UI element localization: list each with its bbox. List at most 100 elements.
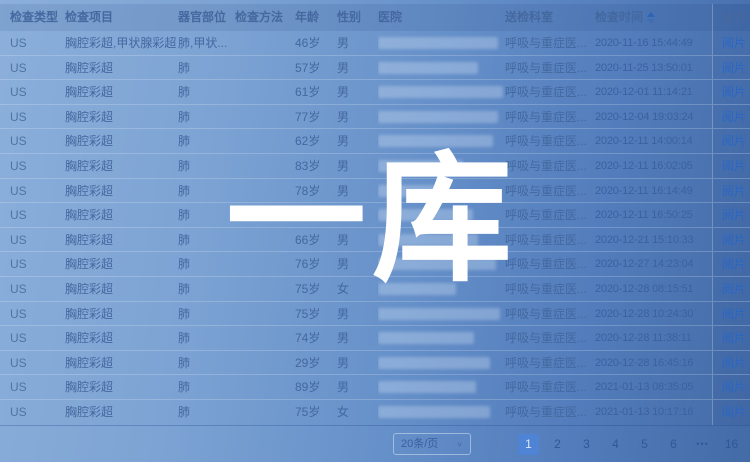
cell-action: 阅片 [712, 351, 750, 375]
column-label: 检查类型 [10, 10, 58, 24]
page-button-4[interactable]: 4 [605, 434, 626, 455]
cell-action: 阅片 [712, 203, 750, 227]
cell-action: 阅片 [712, 154, 750, 178]
cell-action: 阅片 [712, 302, 750, 326]
view-images-link[interactable]: 阅片 [722, 380, 746, 394]
cell-age: 57岁 [295, 56, 337, 80]
cell-gender: 男 [337, 351, 378, 375]
page-size-select[interactable]: 20条/页 ∨ [393, 433, 471, 455]
cell-project: 胸腔彩超 [65, 80, 178, 104]
cell-hospital [378, 129, 505, 153]
cell-hospital [378, 80, 505, 104]
table-row: US胸腔彩超肺76岁男呼吸与重症医...2020-12-27 14:23:04阅… [0, 252, 750, 277]
cell-time: 2020-12-28 11:38:11 [595, 326, 712, 350]
cell-hospital [378, 252, 505, 276]
view-images-link[interactable]: 阅片 [722, 307, 746, 321]
cell-type: US [10, 252, 65, 276]
cell-type: US [10, 179, 65, 203]
view-images-link[interactable]: 阅片 [722, 110, 746, 124]
cell-organ: 肺 [178, 277, 235, 301]
cell-gender: 男 [337, 129, 378, 153]
cell-dept: 呼吸与重症医... [505, 326, 595, 350]
cell-gender: 男 [337, 326, 378, 350]
table-row: US胸腔彩超肺75岁女呼吸与重症医...2021-01-13 10:17:16阅… [0, 400, 750, 425]
column-label: 年龄 [295, 10, 319, 24]
pagination-ellipsis[interactable]: ••• [692, 434, 713, 455]
redacted-hospital-name [378, 357, 490, 369]
cell-dept: 呼吸与重症医... [505, 179, 595, 203]
cell-hospital [378, 179, 505, 203]
view-images-link[interactable]: 阅片 [722, 184, 746, 198]
table-row: US胸腔彩超肺78岁男呼吸与重症医...2020-12-11 16:14:49阅… [0, 179, 750, 204]
cell-time: 2020-12-11 16:02:05 [595, 154, 712, 178]
view-images-link[interactable]: 阅片 [722, 61, 746, 75]
column-header-project: 检查项目 [65, 4, 178, 31]
cell-type: US [10, 400, 65, 425]
cell-hospital [378, 326, 505, 350]
cell-method [235, 80, 295, 104]
redacted-hospital-name [378, 234, 478, 246]
view-images-link[interactable]: 阅片 [722, 85, 746, 99]
table-body: US胸腔彩超,甲状腺彩超肺,甲状...46岁男呼吸与重症医...2020-11-… [0, 31, 750, 426]
cell-gender: 男 [337, 56, 378, 80]
page-button-1[interactable]: 1 [518, 434, 539, 455]
cell-organ: 肺 [178, 56, 235, 80]
cell-time: 2020-11-25 13:50:01 [595, 56, 712, 80]
cell-gender: 男 [337, 179, 378, 203]
cell-dept: 呼吸与重症医... [505, 203, 595, 227]
view-images-link[interactable]: 阅片 [722, 36, 746, 50]
redacted-hospital-name [378, 185, 448, 197]
page-button-5[interactable]: 5 [634, 434, 655, 455]
cell-type: US [10, 326, 65, 350]
table-row: US胸腔彩超肺74岁男呼吸与重症医...2020-12-28 11:38:11阅… [0, 326, 750, 351]
pagination-prev-button[interactable]: ‹ [487, 434, 508, 455]
cell-dept: 呼吸与重症医... [505, 302, 595, 326]
table-row: US胸腔彩超肺77岁男呼吸与重症医...2020-12-04 19:03:24阅… [0, 105, 750, 130]
view-images-link[interactable]: 阅片 [722, 159, 746, 173]
view-images-link[interactable]: 阅片 [722, 233, 746, 247]
cell-dept: 呼吸与重症医... [505, 129, 595, 153]
cell-time: 2020-11-16 15:44:49 [595, 31, 712, 55]
column-header-action: 操作 [712, 4, 750, 31]
cell-age: 76岁 [295, 252, 337, 276]
view-images-link[interactable]: 阅片 [722, 331, 746, 345]
column-header-dept: 送检科室 [505, 4, 595, 31]
cell-organ: 肺 [178, 129, 235, 153]
page-button-2[interactable]: 2 [547, 434, 568, 455]
view-images-link[interactable]: 阅片 [722, 134, 746, 148]
cell-type: US [10, 203, 65, 227]
page-button-16[interactable]: 16 [721, 434, 742, 455]
column-header-time[interactable]: 检查时间 [595, 4, 712, 31]
cell-age: 75岁 [295, 400, 337, 425]
cell-project: 胸腔彩超 [65, 326, 178, 350]
cell-organ: 肺 [178, 228, 235, 252]
cell-dept: 呼吸与重症医... [505, 375, 595, 399]
table-row: US胸腔彩超肺57岁男呼吸与重症医...2020-11-25 13:50:01阅… [0, 56, 750, 81]
cell-age: 78岁 [295, 179, 337, 203]
table-row: US胸腔彩超肺29岁男呼吸与重症医...2020-12-28 16:45:16阅… [0, 351, 750, 376]
column-label: 性别 [337, 10, 361, 24]
view-images-link[interactable]: 阅片 [722, 257, 746, 271]
cell-age: 76岁 [295, 203, 337, 227]
cell-project: 胸腔彩超,甲状腺彩超 [65, 31, 178, 55]
cell-gender: 男 [337, 105, 378, 129]
page-button-6[interactable]: 6 [663, 434, 684, 455]
redacted-hospital-name [378, 160, 463, 172]
cell-organ: 肺 [178, 179, 235, 203]
table-row: US胸腔彩超肺66岁男呼吸与重症医...2020-12-21 15:10:33阅… [0, 228, 750, 253]
cell-organ: 肺 [178, 80, 235, 104]
page-button-3[interactable]: 3 [576, 434, 597, 455]
view-images-link[interactable]: 阅片 [722, 356, 746, 370]
view-images-link[interactable]: 阅片 [722, 405, 746, 419]
sort-asc-icon[interactable] [647, 12, 655, 24]
column-label: 检查方法 [235, 10, 283, 24]
view-images-link[interactable]: 阅片 [722, 208, 746, 222]
view-images-link[interactable]: 阅片 [722, 282, 746, 296]
redacted-hospital-name [378, 111, 498, 123]
cell-type: US [10, 154, 65, 178]
column-header-hospital: 医院 [378, 4, 505, 31]
cell-time: 2021-01-13 10:17:16 [595, 400, 712, 425]
cell-hospital [378, 302, 505, 326]
column-header-age: 年龄 [295, 4, 337, 31]
cell-organ: 肺 [178, 252, 235, 276]
